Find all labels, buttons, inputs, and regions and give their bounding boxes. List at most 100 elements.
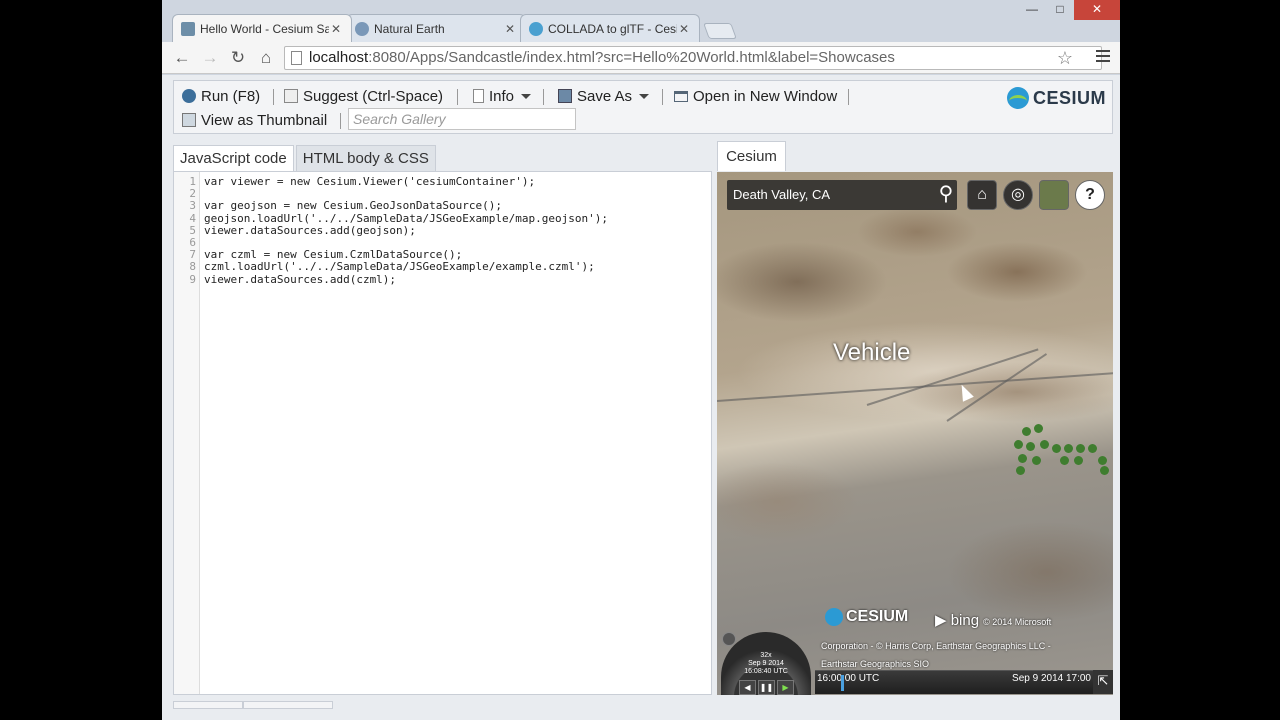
- home-view-icon[interactable]: ⌂: [967, 180, 997, 210]
- home-icon[interactable]: ⌂: [256, 48, 276, 68]
- run-label: Run (F8): [201, 87, 261, 105]
- run-icon: [182, 89, 196, 103]
- timeline[interactable]: 16:00:00 UTC Sep 9 2014 17:00: [815, 670, 1093, 694]
- timeline-start-label: 16:00:00 UTC: [817, 673, 880, 684]
- base-layer-picker-icon[interactable]: [1039, 180, 1069, 210]
- cesium-logo-text: CESIUM: [1032, 87, 1106, 108]
- line-number: 8: [189, 260, 196, 274]
- imagery-credits: Corporation - © Harris Corp, Earthstar G…: [821, 619, 1081, 673]
- page-icon: [291, 51, 302, 65]
- chevron-down-icon: [639, 93, 650, 99]
- editor-tabs: JavaScript code HTML body & CSS: [173, 145, 438, 171]
- scene-mode-globe-icon[interactable]: ◎: [1003, 180, 1033, 210]
- search-icon[interactable]: ⚲: [931, 180, 961, 210]
- editor-bottom-tab[interactable]: [243, 701, 333, 709]
- cesium-icon: [529, 21, 543, 36]
- cesium-logo: CESIUM: [1006, 87, 1106, 109]
- suggest-label: Suggest (Ctrl-Space): [303, 87, 444, 105]
- anim-date: Sep 9 2014: [748, 660, 784, 667]
- save-icon: [558, 89, 572, 103]
- view-thumbnail-button[interactable]: View as Thumbnail: [182, 109, 327, 131]
- reverse-button[interactable]: ◀: [739, 680, 756, 695]
- maximize-icon[interactable]: □: [1046, 0, 1074, 20]
- tab-html-body-css[interactable]: HTML body & CSS: [295, 145, 436, 171]
- browser-toolbar: ← → ↻ ⌂ localhost:8080/Apps/Sandcastle/i…: [162, 42, 1120, 74]
- open-new-window-button[interactable]: Open in New Window: [674, 85, 837, 107]
- line-number: 7: [189, 248, 196, 262]
- line-number: 6: [189, 236, 196, 249]
- browser-tab-natural-earth[interactable]: Natural Earth ✕: [346, 14, 526, 42]
- run-button[interactable]: Run (F8): [182, 85, 260, 107]
- code-text: var viewer = new Cesium.Viewer('cesiumCo…: [204, 175, 536, 188]
- line-number: 4: [189, 211, 196, 225]
- chevron-down-icon: [521, 93, 532, 99]
- anim-time: 16:08:40 UTC: [744, 668, 788, 675]
- info-button[interactable]: Info: [473, 85, 532, 107]
- mouse-cursor-icon: [956, 382, 974, 402]
- close-tab-icon[interactable]: ✕: [329, 22, 343, 36]
- toolbar-separator: [273, 89, 274, 105]
- cesium-viewer[interactable]: Death Valley, CA ⚲ ⌂ ◎ ? Vehicle CESIUM …: [717, 172, 1113, 695]
- code-text: var czml = new Cesium.CzmlDataSource();: [204, 248, 463, 262]
- suggest-icon: [284, 89, 298, 103]
- toolbar-separator: [662, 89, 663, 105]
- vehicle-label: Vehicle: [833, 339, 911, 366]
- browser-menu-icon[interactable]: [1096, 50, 1110, 65]
- code-text: var geojson = new Cesium.GeoJsonDataSour…: [204, 199, 503, 213]
- new-tab-button[interactable]: [703, 23, 737, 39]
- tab-label: Hello World - Cesium Sandcastle: [200, 21, 329, 36]
- tab-javascript-code[interactable]: JavaScript code: [173, 145, 294, 171]
- tab-label: Natural Earth: [374, 21, 445, 36]
- line-number: 1: [189, 175, 196, 188]
- play-button[interactable]: ▶: [777, 680, 794, 695]
- code-text: viewer.dataSources.add(czml);: [204, 272, 397, 286]
- toolbar-separator: [457, 89, 458, 105]
- line-number: 3: [189, 199, 196, 213]
- settings-gear-icon[interactable]: [722, 632, 736, 646]
- reload-icon[interactable]: ↻: [228, 48, 248, 68]
- suggest-button[interactable]: Suggest (Ctrl-Space): [284, 85, 443, 107]
- browser-window: — □ ✕ Hello World - Cesium Sandcastle ✕ …: [162, 0, 1120, 720]
- farm-fields: [1012, 422, 1112, 477]
- url-rest: :8080/Apps/Sandcastle/index.html?src=Hel…: [368, 49, 895, 66]
- forward-arrow-icon[interactable]: →: [200, 48, 220, 68]
- info-icon: [473, 89, 484, 103]
- info-label: Info: [489, 87, 515, 105]
- close-tab-icon[interactable]: ✕: [677, 22, 691, 36]
- line-number: 2: [189, 187, 196, 201]
- geocoder-input[interactable]: Death Valley, CA: [727, 180, 957, 210]
- view-thumbnail-label: View as Thumbnail: [201, 111, 328, 129]
- sandcastle-toolbar: Run (F8) Suggest (Ctrl-Space) Info Save …: [173, 80, 1113, 134]
- editor-bottom-tab[interactable]: [173, 701, 243, 709]
- back-arrow-icon[interactable]: ←: [172, 48, 192, 68]
- save-as-button[interactable]: Save As: [558, 85, 650, 107]
- toolbar-separator: [340, 113, 341, 129]
- toolbar-separator: [848, 89, 849, 105]
- close-tab-icon[interactable]: ✕: [503, 22, 517, 36]
- line-number: 5: [189, 223, 196, 237]
- bookmark-star-icon[interactable]: ☆: [1057, 47, 1073, 69]
- help-icon[interactable]: ?: [1075, 180, 1105, 210]
- fullscreen-icon[interactable]: ⇱: [1093, 670, 1113, 694]
- save-as-label: Save As: [577, 87, 633, 105]
- code-text: viewer.dataSources.add(geojson);: [204, 223, 416, 237]
- credit-line-2: Corporation - © Harris Corp, Earthstar G…: [821, 641, 1051, 651]
- code-editor[interactable]: 1 var viewer = new Cesium.Viewer('cesiumC…: [173, 171, 712, 695]
- address-bar[interactable]: localhost:8080/Apps/Sandcastle/index.htm…: [284, 46, 1102, 70]
- window-icon: [674, 90, 688, 102]
- browser-tab-collada[interactable]: COLLADA to glTF - Cesium ✕: [520, 14, 700, 42]
- tab-label: COLLADA to glTF - Cesium: [548, 21, 677, 36]
- browser-tab-sandcastle[interactable]: Hello World - Cesium Sandcastle ✕: [172, 14, 352, 42]
- tab-cesium[interactable]: Cesium: [717, 141, 786, 171]
- sandcastle-icon: [181, 21, 195, 36]
- timeline-end-label: Sep 9 2014 17:00: [1012, 673, 1091, 684]
- timeline-needle[interactable]: [841, 675, 844, 691]
- toolbar-separator: [543, 89, 544, 105]
- close-window-icon[interactable]: ✕: [1074, 0, 1120, 20]
- pause-button[interactable]: ❚❚: [758, 680, 775, 695]
- globe-icon: [355, 21, 369, 36]
- minimize-icon[interactable]: —: [1018, 0, 1046, 20]
- cesium-logo-icon: [1006, 87, 1029, 109]
- search-gallery-input[interactable]: Search Gallery: [348, 108, 576, 130]
- url-host: localhost: [309, 49, 369, 66]
